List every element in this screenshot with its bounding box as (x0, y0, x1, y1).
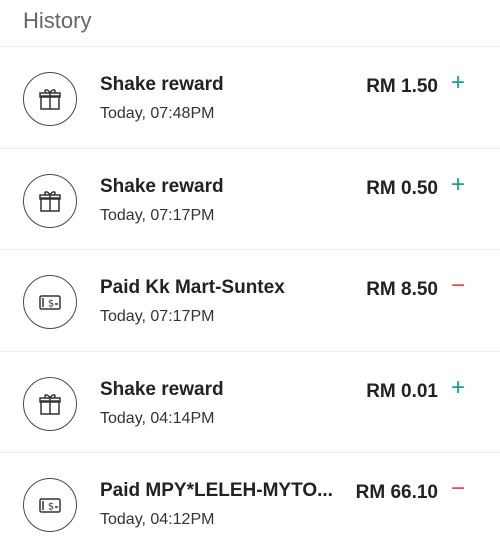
minus-icon: − (450, 475, 465, 502)
transaction-time: Today, 07:17PM (100, 206, 215, 224)
transaction-amount: RM 8.50 (366, 279, 438, 300)
gift-icon (23, 376, 77, 431)
transaction-row[interactable]: Shake reward Today, 07:48PM RM 1.50 + (0, 46, 500, 148)
cash-icon: $ (23, 275, 77, 329)
transaction-amount: RM 1.50 (366, 76, 438, 97)
transaction-title: Shake reward (100, 378, 224, 400)
plus-icon: + (450, 170, 465, 198)
transaction-amount: RM 0.50 (366, 177, 438, 199)
transaction-time: Today, 07:17PM (100, 308, 215, 325)
plus-icon: + (450, 373, 465, 401)
gift-icon (23, 173, 77, 228)
plus-icon: + (450, 69, 465, 96)
transaction-time: Today, 04:14PM (100, 409, 215, 427)
transaction-row[interactable]: $ Paid Kk Mart-Suntex Today, 07:17PM RM … (0, 249, 500, 351)
transaction-time: Today, 04:12PM (100, 511, 215, 528)
transaction-title: Shake reward (100, 74, 224, 95)
page-title: History (23, 8, 92, 33)
transaction-amount: RM 0.01 (366, 380, 438, 402)
transaction-amount: RM 66.10 (355, 482, 438, 503)
transaction-row[interactable]: $ Paid MPY*LELEH-MYTO... Today, 04:12PM … (0, 452, 500, 552)
transaction-title: Paid Kk Mart-Suntex (100, 277, 285, 298)
minus-icon: − (450, 272, 465, 299)
transaction-title: Shake reward (100, 175, 224, 197)
transaction-time: Today, 07:48PM (100, 105, 215, 122)
transaction-row[interactable]: Shake reward Today, 04:14PM RM 0.01 + (0, 350, 500, 453)
svg-text:$: $ (48, 299, 54, 310)
svg-text:$: $ (48, 502, 54, 513)
cash-icon: $ (23, 478, 77, 532)
transaction-row[interactable]: Shake reward Today, 07:17PM RM 0.50 + (0, 147, 500, 250)
transaction-title: Paid MPY*LELEH-MYTO... (100, 480, 333, 501)
transaction-list: Shake reward Today, 07:48PM RM 1.50 + Sh… (0, 46, 500, 552)
gift-icon (23, 72, 77, 126)
